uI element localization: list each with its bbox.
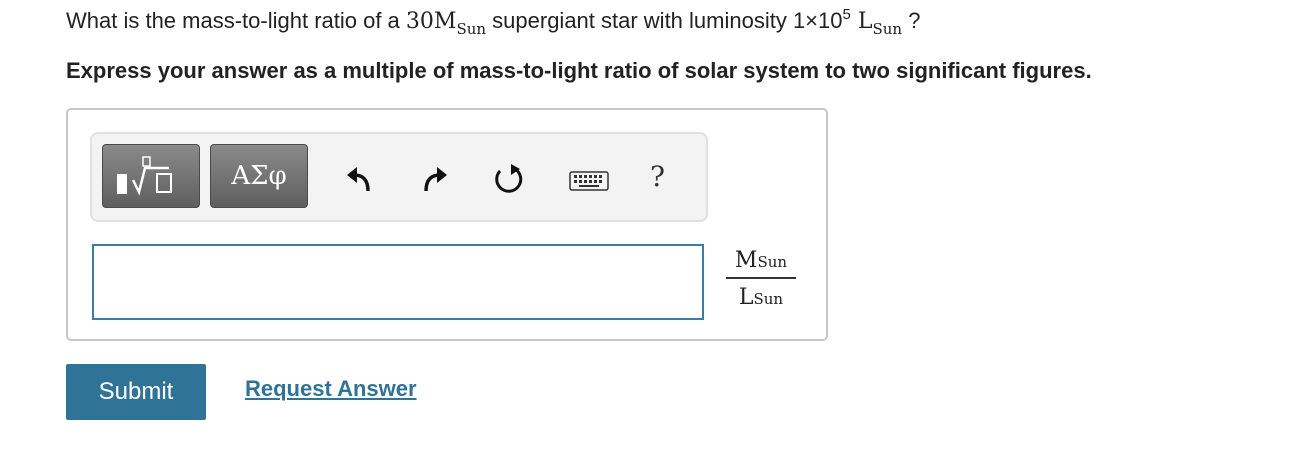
symbols-label: ΑΣφ: [231, 161, 287, 191]
luminosity-subscript: Sun: [872, 20, 903, 38]
templates-icon: [117, 156, 172, 196]
redo-icon[interactable]: [414, 160, 454, 200]
mass-subscript: Sun: [456, 20, 487, 38]
templates-button[interactable]: [102, 144, 200, 208]
unit-numerator: MSun: [734, 248, 788, 273]
mass-value: 30M: [405, 9, 457, 34]
answer-input[interactable]: [92, 244, 704, 320]
answer-units: MSun LSun: [726, 248, 796, 310]
keyboard-icon[interactable]: [566, 164, 612, 198]
exponent: 5: [842, 6, 851, 23]
help-button[interactable]: ?: [650, 160, 665, 193]
symbols-button[interactable]: ΑΣφ: [210, 144, 308, 208]
request-answer-link[interactable]: Request Answer: [245, 376, 417, 402]
submit-button[interactable]: Submit: [66, 364, 206, 420]
unit-denominator: LSun: [738, 285, 784, 310]
fraction-bar: [726, 277, 796, 279]
instruction-text: Express your answer as a multiple of mas…: [66, 58, 1092, 83]
undo-icon[interactable]: [340, 160, 380, 200]
reset-icon[interactable]: [488, 160, 528, 200]
question-text: What is the mass-to-light ratio of a 30M…: [66, 6, 921, 38]
luminosity-symbol: L: [850, 9, 873, 34]
